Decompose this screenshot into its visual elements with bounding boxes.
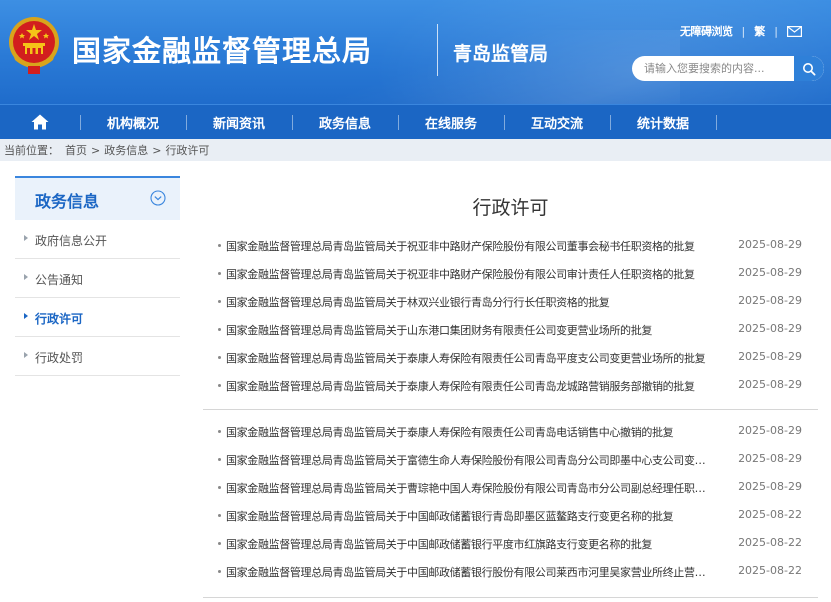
sidebar-item-info-disclosure[interactable]: 政府信息公开: [15, 220, 180, 259]
list-item[interactable]: 国家金融监督管理总局青岛监管局关于山东港口集团财务有限责任公司变更营业场所的批复…: [203, 316, 818, 344]
list-item[interactable]: 国家金融监督管理总局青岛监管局关于祝亚非中路财产保险股份有限公司董事会秘书任职资…: [203, 232, 818, 260]
caret-right-icon: [24, 313, 28, 319]
search-input[interactable]: [632, 56, 794, 81]
caret-right-icon: [24, 235, 28, 241]
title-divider: [437, 24, 438, 76]
site-header: 国家金融监督管理总局 青岛监管局 无障碍浏览 | 繁 |: [0, 0, 831, 104]
breadcrumb-home[interactable]: 首页: [65, 142, 87, 158]
list-item[interactable]: 国家金融监督管理总局青岛监管局关于林双兴业银行青岛分行行长任职资格的批复 2025…: [203, 288, 818, 316]
breadcrumb-current[interactable]: 行政许可: [165, 142, 209, 158]
list-divider: [203, 597, 818, 598]
chevron-down-circle-icon[interactable]: [150, 190, 166, 206]
nav-item-government-info[interactable]: 政务信息: [292, 105, 398, 139]
top-links: 无障碍浏览 | 繁 |: [680, 22, 802, 40]
sidebar-header: 政务信息: [15, 176, 180, 220]
list-item[interactable]: 国家金融监督管理总局青岛监管局关于曹琮艳中国人寿保险股份有限公司青岛市分公司副总…: [203, 474, 818, 502]
sidebar-item-announcements[interactable]: 公告通知: [15, 259, 180, 298]
caret-right-icon: [24, 352, 28, 358]
traditional-chinese-link[interactable]: 繁: [754, 23, 765, 39]
page-title: 行政许可: [472, 197, 549, 219]
nav-item-statistics[interactable]: 统计数据: [610, 105, 716, 139]
search-button[interactable]: [794, 56, 824, 81]
list-item[interactable]: 国家金融监督管理总局青岛监管局关于中国邮政储蓄银行股份有限公司莱西市河里吴家营业…: [203, 558, 818, 586]
site-title: 国家金融监督管理总局: [72, 34, 373, 68]
caret-right-icon: [24, 274, 28, 280]
list-item[interactable]: 国家金融监督管理总局青岛监管局关于祝亚非中路财产保险股份有限公司审计责任人任职资…: [203, 260, 818, 288]
search-icon: [803, 62, 816, 76]
branch-title: 青岛监管局: [453, 43, 549, 65]
nav-item-news[interactable]: 新闻资讯: [186, 105, 292, 139]
breadcrumb-prefix: 当前位置：: [4, 144, 59, 157]
sidebar-item-label: 政府信息公开: [35, 234, 108, 248]
sidebar-item-label: 行政处罚: [35, 351, 84, 365]
search-box: [632, 56, 824, 81]
sidebar-item-label: 行政许可: [35, 312, 84, 326]
main-nav: 机构概况 新闻资讯 政务信息 在线服务 互动交流 统计数据: [0, 104, 831, 139]
list-item[interactable]: 国家金融监督管理总局青岛监管局关于中国邮政储蓄银行青岛即墨区蓝鳌路支行变更名称的…: [203, 502, 818, 530]
sidebar-item-label: 公告通知: [35, 273, 84, 287]
home-icon: [31, 114, 49, 130]
list-item[interactable]: 国家金融监督管理总局青岛监管局关于泰康人寿保险有限责任公司青岛龙城路营销服务部撤…: [203, 372, 818, 400]
sidebar-item-administrative-license[interactable]: 行政许可: [15, 298, 180, 337]
breadcrumb: 当前位置： 首页 > 政务信息 > 行政许可: [0, 139, 831, 161]
accessibility-link[interactable]: 无障碍浏览: [680, 23, 733, 39]
nav-item-institution[interactable]: 机构概况: [80, 105, 186, 139]
news-list-group-2: 国家金融监督管理总局青岛监管局关于泰康人寿保险有限责任公司青岛电话销售中心撤销的…: [203, 418, 818, 586]
nav-item-online-service[interactable]: 在线服务: [398, 105, 504, 139]
list-divider: [203, 409, 818, 410]
sidebar-item-administrative-penalty[interactable]: 行政处罚: [15, 337, 180, 376]
sidebar: 政务信息 政府信息公开 公告通知 行政许可 行政处罚: [15, 176, 180, 376]
national-emblem-icon: [9, 17, 59, 74]
sidebar-title: 政务信息: [35, 192, 100, 211]
breadcrumb-government-info[interactable]: 政务信息: [104, 142, 148, 158]
list-item[interactable]: 国家金融监督管理总局青岛监管局关于富德生命人寿保险股份有限公司青岛分公司即墨中心…: [203, 446, 818, 474]
news-list-group-1: 国家金融监督管理总局青岛监管局关于祝亚非中路财产保险股份有限公司董事会秘书任职资…: [203, 232, 818, 400]
list-item[interactable]: 国家金融监督管理总局青岛监管局关于泰康人寿保险有限责任公司青岛电话销售中心撤销的…: [203, 418, 818, 446]
list-item[interactable]: 国家金融监督管理总局青岛监管局关于泰康人寿保险有限责任公司青岛平度支公司变更营业…: [203, 344, 818, 372]
list-item[interactable]: 国家金融监督管理总局青岛监管局关于中国邮政储蓄银行平度市红旗路支行变更名称的批复…: [203, 530, 818, 558]
nav-home[interactable]: [14, 105, 66, 139]
nav-item-interaction[interactable]: 互动交流: [504, 105, 610, 139]
mail-icon[interactable]: [786, 25, 802, 37]
